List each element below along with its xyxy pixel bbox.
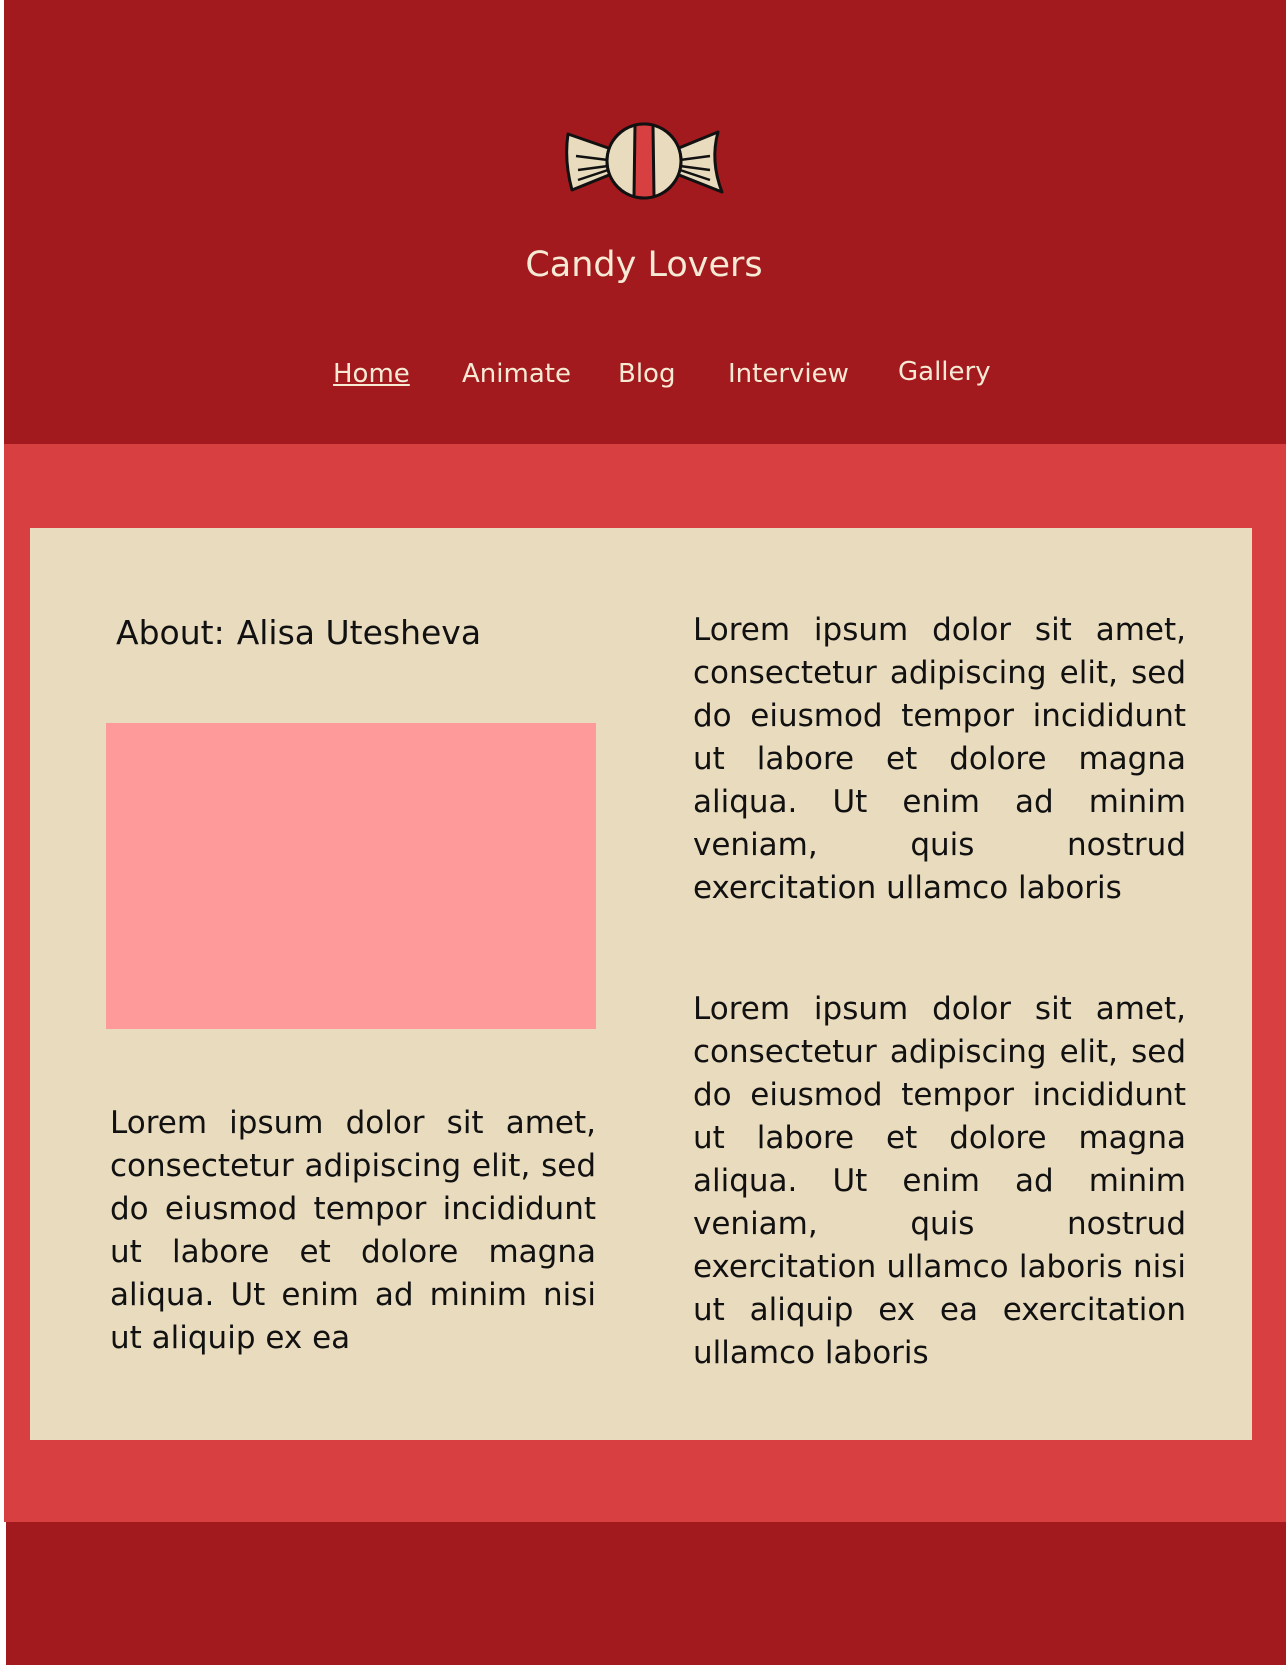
nav-link-interview[interactable]: Interview xyxy=(728,354,849,394)
right-paragraph-2: Lorem ipsum dolor sit amet, consectetur … xyxy=(693,991,1186,1371)
right-paragraph-1: Lorem ipsum dolor sit amet, consectetur … xyxy=(693,612,1186,906)
nav-link-gallery[interactable]: Gallery xyxy=(898,352,991,392)
nav-link-animate[interactable]: Animate xyxy=(462,354,571,394)
candy-icon xyxy=(565,122,724,200)
image-placeholder xyxy=(106,723,596,1029)
page: Candy Lovers Home Animate Blog Interview… xyxy=(0,0,1288,1670)
about-name: Alisa Utesheva xyxy=(236,613,482,652)
nav-link-blog[interactable]: Blog xyxy=(618,354,675,394)
nav-link-home[interactable]: Home xyxy=(333,354,410,394)
site-footer xyxy=(6,1522,1286,1665)
site-title: Candy Lovers xyxy=(525,245,763,285)
about-label: About: xyxy=(116,613,225,652)
about-heading: About: Alisa Utesheva xyxy=(116,609,481,657)
left-paragraph: Lorem ipsum dolor sit amet, consectetur … xyxy=(110,1105,596,1356)
